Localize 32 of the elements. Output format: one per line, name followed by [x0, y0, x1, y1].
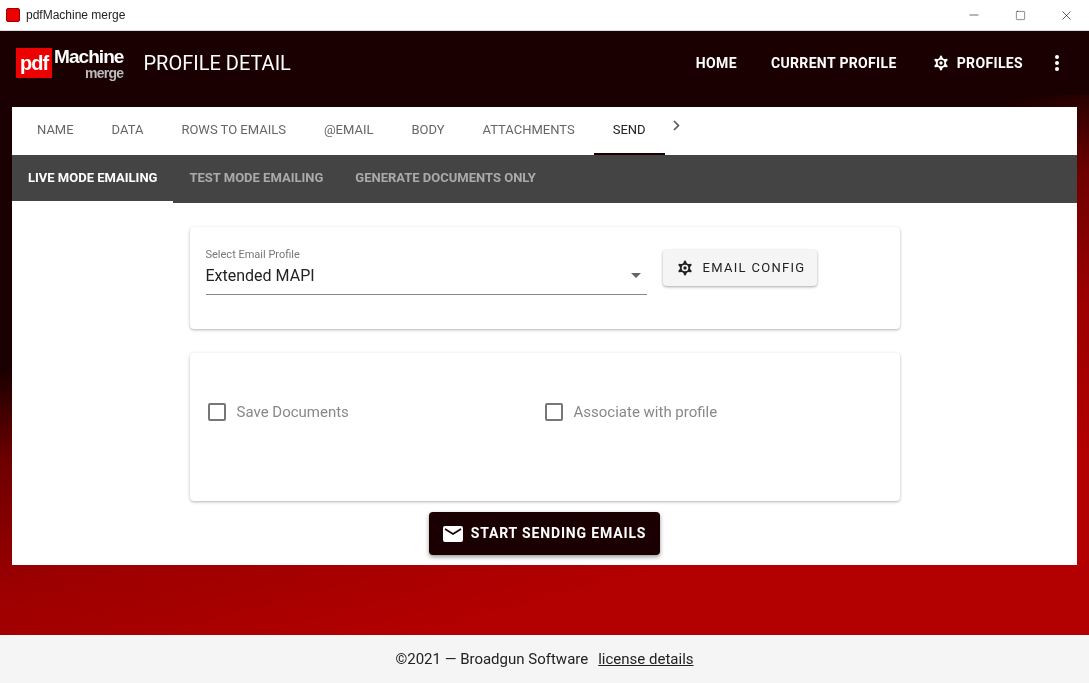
tab[interactable]: @EMAIL [304, 107, 393, 155]
tab[interactable]: ROWS TO EMAILS [162, 107, 305, 155]
chevron-right-icon [672, 119, 680, 131]
nav-link[interactable]: CURRENT PROFILE [754, 45, 913, 81]
nav-link[interactable]: HOME [679, 45, 753, 81]
logo-merge: merge [84, 65, 124, 80]
tab[interactable]: NAME [18, 107, 93, 155]
select-value: Extended MAPI [205, 264, 315, 287]
nav-link[interactable]: PROFILES [914, 45, 1039, 81]
tab[interactable]: DATA [92, 107, 163, 155]
maximize-icon [1014, 9, 1026, 21]
more-icon [1055, 55, 1059, 71]
copyright-text: ©2021 — Broadgun Software [395, 648, 589, 670]
mode-tab[interactable]: GENERATE DOCUMENTS ONLY [339, 155, 552, 203]
page-title: PROFILE DETAIL [143, 50, 291, 77]
logo-pdf: pdf [16, 48, 53, 78]
tab[interactable]: ATTACHMENTS [463, 107, 594, 155]
mode-tab[interactable]: TEST MODE EMAILING [173, 155, 340, 203]
logo-machine: Machine [54, 46, 124, 66]
mail-icon [442, 525, 463, 542]
mode-tab[interactable]: LIVE MODE EMAILING [12, 155, 174, 203]
dropdown-arrow-icon [630, 273, 641, 278]
license-link[interactable]: license details [598, 647, 694, 671]
option-label: Save Documents [236, 402, 349, 423]
tab[interactable]: BODY [392, 107, 464, 155]
email-config-button[interactable]: EMAIL CONFIG [662, 250, 818, 286]
option-label: Associate with profile [573, 402, 718, 423]
select-label: Select Email Profile [205, 247, 301, 263]
app-icon [6, 8, 20, 22]
window-title: pdfMachine merge [26, 7, 126, 24]
start-sending-button[interactable]: START SENDING EMAILS [428, 512, 661, 555]
email-profile-select[interactable]: Select Email Profile Extended MAPI [205, 247, 647, 295]
